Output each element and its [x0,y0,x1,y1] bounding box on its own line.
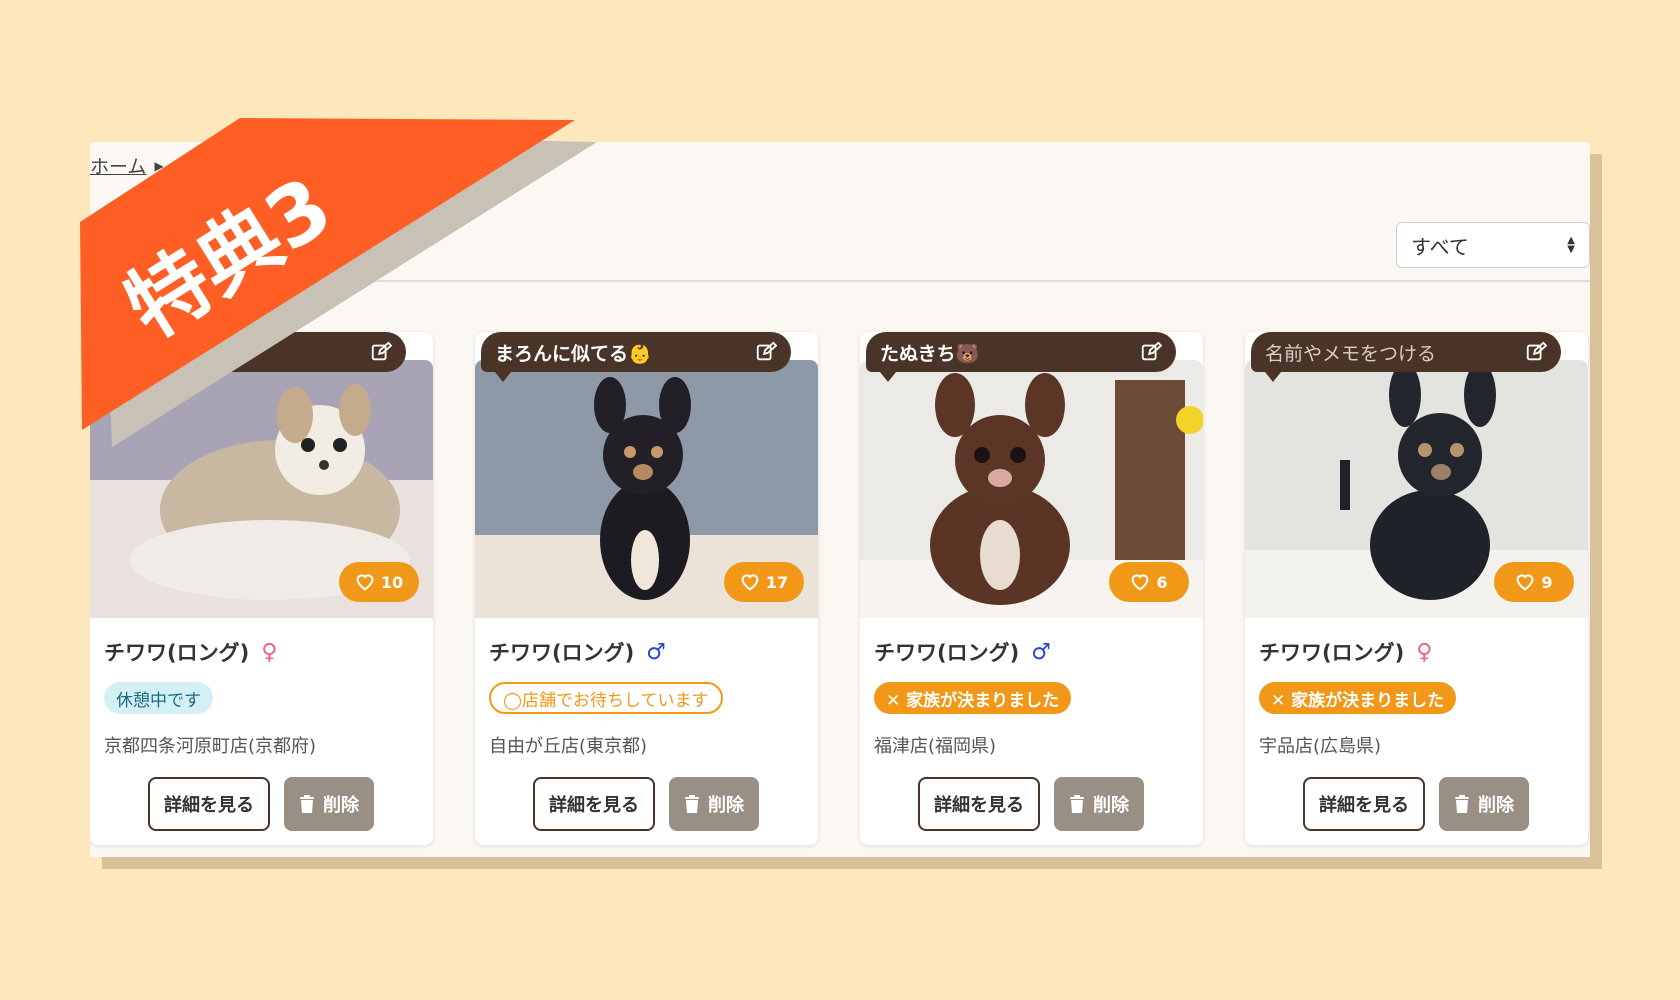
divider [90,280,1590,282]
card-actions: 詳細を見る 削除 [148,777,374,831]
delete-button[interactable]: 削除 [1439,777,1529,831]
breed-name: チワワ(ロング) ♀ [104,637,277,667]
breed-name: チワワ(ロング) ♂ [874,637,1051,667]
breed-name: チワワ(ロング) ♂ [489,637,666,667]
view-details-button[interactable]: 詳細を見る [533,777,655,831]
store-location: 京都四条河原町店(京都府) [104,736,317,757]
status-badge: 休憩中です [104,682,213,714]
breadcrumb: ホーム ▶ [90,152,164,179]
delete-label: 削除 [708,795,744,816]
breed-label: チワワ(ロング) [874,641,1020,665]
heart-icon [356,574,374,591]
breed-label: チワワ(ロング) [1259,641,1405,665]
female-icon: ♀ [261,639,278,665]
store-location: 宇品店(広島県) [1259,736,1382,757]
heart-icon [1132,574,1149,591]
delete-button[interactable]: 削除 [284,777,374,831]
breed-label: チワワ(ロング) [489,641,635,665]
breadcrumb-home-link[interactable]: ホーム [90,152,146,179]
view-details-button[interactable]: 詳細を見る [1303,777,1425,831]
pet-card: 名前やメモをつける 9 チワワ(ロング) ♀ ✕ 家族が決まりました 宇品店(広… [1245,332,1588,845]
pet-card: たぬきち🐻 6 チワワ(ロング) ♂ ✕ 家族が決まりました 福津店(福岡県) … [860,332,1203,845]
status-badge: ◯店舗でお待ちしています [489,682,723,714]
status-badge: ✕ 家族が決まりました [1259,682,1457,714]
male-icon: ♂ [1031,639,1051,665]
memo-text: たぬきち🐻 [880,342,980,365]
female-icon: ♀ [1416,639,1433,665]
memo-tab[interactable]: まろんに似てる👶 [481,332,791,382]
heart-icon [1517,574,1534,591]
trash-icon [685,795,699,813]
like-button[interactable]: 6 [1109,562,1189,602]
breed-name: チワワ(ロング) ♀ [1259,637,1432,667]
status-filter-select[interactable]: すべて ▲ ▼ [1396,222,1590,268]
card-actions: 詳細を見る 削除 [918,777,1144,831]
edit-memo-icon[interactable] [370,341,392,363]
like-count: 6 [1156,572,1168,592]
select-arrows-icon: ▲ ▼ [1567,235,1575,255]
trash-icon [1455,795,1469,813]
heart-icon [741,574,759,591]
filter-selected-value: すべて [1411,234,1469,259]
male-icon: ♂ [646,639,666,665]
edit-memo-icon[interactable] [755,341,777,363]
delete-label: 削除 [1093,795,1129,816]
edit-memo-icon[interactable] [1140,341,1162,363]
edit-memo-icon[interactable] [1525,341,1547,363]
memo-placeholder-text: 名前やメモをつける [1265,342,1437,365]
view-details-button[interactable]: 詳細を見る [918,777,1040,831]
memo-tab[interactable]: たぬきち🐻 [866,332,1176,382]
breadcrumb-separator-icon: ▶ [154,158,164,173]
breed-label: チワワ(ロング) [104,641,250,665]
like-button[interactable]: 17 [724,562,804,602]
delete-button[interactable]: 削除 [669,777,759,831]
pet-card: 10 チワワ(ロング) ♀ 休憩中です 京都四条河原町店(京都府) 詳細を見る … [90,332,433,845]
like-count: 17 [765,572,789,592]
trash-icon [1070,795,1084,813]
memo-tab[interactable] [96,332,406,382]
trash-icon [300,795,314,813]
like-count: 9 [1541,572,1553,592]
status-badge: ✕ 家族が決まりました [874,682,1072,714]
pet-card: まろんに似てる👶 17 チワワ(ロング) ♂ ◯店舗でお待ちしています 自由が丘… [475,332,818,845]
card-actions: 詳細を見る 削除 [1303,777,1529,831]
delete-button[interactable]: 削除 [1054,777,1144,831]
like-button[interactable]: 9 [1494,562,1574,602]
delete-label: 削除 [1478,795,1514,816]
like-button[interactable]: 10 [339,562,419,602]
store-location: 福津店(福岡県) [874,736,997,757]
delete-label: 削除 [323,795,359,816]
view-details-button[interactable]: 詳細を見る [148,777,270,831]
memo-text: まろんに似てる👶 [495,342,652,365]
memo-tab[interactable]: 名前やメモをつける [1251,332,1561,382]
like-count: 10 [380,572,404,592]
store-location: 自由が丘店(東京都) [489,736,648,757]
page-title: 事 [350,236,370,260]
card-actions: 詳細を見る 削除 [533,777,759,831]
favorites-panel: ホーム ▶ 事 すべて ▲ ▼ 10 チワワ(ロング) ♀ 休憩中です 京都四条… [90,142,1590,857]
